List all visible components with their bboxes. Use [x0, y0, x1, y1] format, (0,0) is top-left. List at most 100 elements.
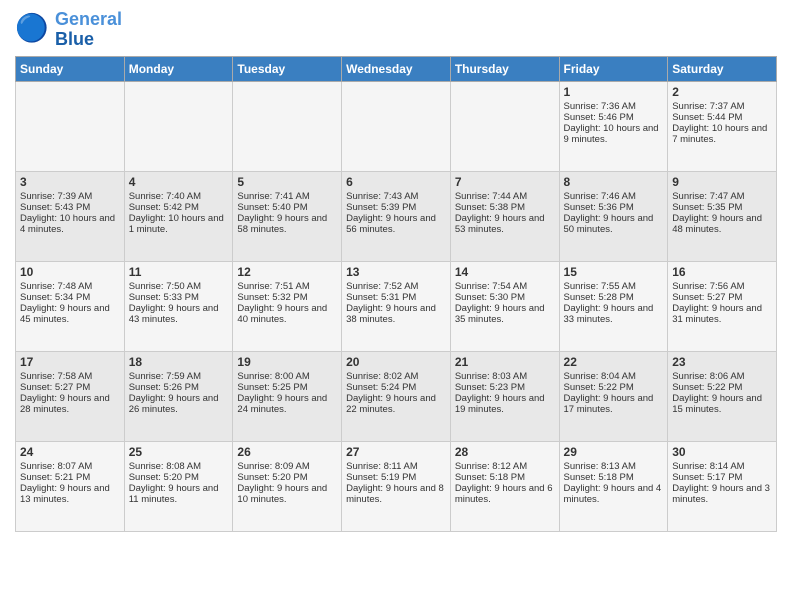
day-cell: 28Sunrise: 8:12 AMSunset: 5:18 PMDayligh…: [450, 441, 559, 531]
day-number: 21: [455, 355, 555, 369]
day-info: Sunrise: 7:41 AM: [237, 191, 337, 202]
day-info: Daylight: 9 hours and 53 minutes.: [455, 213, 555, 235]
day-cell: 2Sunrise: 7:37 AMSunset: 5:44 PMDaylight…: [668, 81, 777, 171]
day-number: 14: [455, 265, 555, 279]
day-info: Daylight: 9 hours and 31 minutes.: [672, 303, 772, 325]
day-number: 9: [672, 175, 772, 189]
day-info: Sunrise: 7:50 AM: [129, 281, 229, 292]
day-info: Sunrise: 8:14 AM: [672, 461, 772, 472]
day-info: Daylight: 9 hours and 6 minutes.: [455, 483, 555, 505]
day-cell: 21Sunrise: 8:03 AMSunset: 5:23 PMDayligh…: [450, 351, 559, 441]
day-info: Daylight: 9 hours and 15 minutes.: [672, 393, 772, 415]
day-info: Sunrise: 8:12 AM: [455, 461, 555, 472]
day-cell: 5 Sunrise: 7:41 AMSunset: 5:40 PMDaylight…: [233, 171, 342, 261]
day-info: Sunset: 5:18 PM: [564, 472, 664, 483]
day-number: 18: [129, 355, 229, 369]
day-info: Sunset: 5:25 PM: [237, 382, 337, 393]
day-info: Sunrise: 7:58 AM: [20, 371, 120, 382]
day-number: 17: [20, 355, 120, 369]
day-info: Sunset: 5:26 PM: [129, 382, 229, 393]
day-info: Sunset: 5:40 PM: [237, 202, 337, 213]
day-info: Sunset: 5:38 PM: [455, 202, 555, 213]
logo-icon: 🔵: [15, 12, 51, 48]
day-info: Daylight: 9 hours and 43 minutes.: [129, 303, 229, 325]
day-info: Daylight: 9 hours and 8 minutes.: [346, 483, 446, 505]
day-info: Sunrise: 7:47 AM: [672, 191, 772, 202]
logo: 🔵 GeneralBlue: [15, 10, 122, 50]
day-number: 8: [564, 175, 664, 189]
day-cell: 13Sunrise: 7:52 AMSunset: 5:31 PMDayligh…: [342, 261, 451, 351]
day-cell: 30Sunrise: 8:14 AMSunset: 5:17 PMDayligh…: [668, 441, 777, 531]
day-info: Sunrise: 7:52 AM: [346, 281, 446, 292]
day-info: Sunrise: 8:08 AM: [129, 461, 229, 472]
week-row-3: 10Sunrise: 7:48 AMSunset: 5:34 PMDayligh…: [16, 261, 777, 351]
day-info: Sunrise: 7:51 AM: [237, 281, 337, 292]
day-cell: 17Sunrise: 7:58 AMSunset: 5:27 PMDayligh…: [16, 351, 125, 441]
day-number: 1: [564, 85, 664, 99]
day-info: Daylight: 9 hours and 45 minutes.: [20, 303, 120, 325]
day-info: Daylight: 9 hours and 48 minutes.: [672, 213, 772, 235]
day-info: Sunset: 5:44 PM: [672, 112, 772, 123]
weekday-header-monday: Monday: [124, 56, 233, 81]
day-info: Sunset: 5:22 PM: [672, 382, 772, 393]
day-info: Sunset: 5:19 PM: [346, 472, 446, 483]
day-info: Daylight: 9 hours and 13 minutes.: [20, 483, 120, 505]
day-info: Sunset: 5:31 PM: [346, 292, 446, 303]
day-number: 4: [129, 175, 229, 189]
logo-text: GeneralBlue: [55, 10, 122, 50]
day-info: Sunrise: 7:44 AM: [455, 191, 555, 202]
day-info: Sunset: 5:20 PM: [237, 472, 337, 483]
day-info: Sunrise: 8:04 AM: [564, 371, 664, 382]
calendar-table: SundayMondayTuesdayWednesdayThursdayFrid…: [15, 56, 777, 532]
day-info: Sunset: 5:34 PM: [20, 292, 120, 303]
day-number: 19: [237, 355, 337, 369]
day-info: Daylight: 9 hours and 58 minutes.: [237, 213, 337, 235]
day-info: Sunrise: 8:09 AM: [237, 461, 337, 472]
day-info: Daylight: 9 hours and 50 minutes.: [564, 213, 664, 235]
day-info: Sunrise: 7:56 AM: [672, 281, 772, 292]
day-info: Daylight: 9 hours and 35 minutes.: [455, 303, 555, 325]
svg-text:🔵: 🔵: [15, 12, 49, 43]
day-cell: [450, 81, 559, 171]
day-info: Sunset: 5:39 PM: [346, 202, 446, 213]
day-info: Daylight: 9 hours and 4 minutes.: [564, 483, 664, 505]
day-info: Daylight: 10 hours and 1 minute.: [129, 213, 229, 235]
day-info: Sunrise: 7:37 AM: [672, 101, 772, 112]
day-info: Sunset: 5:20 PM: [129, 472, 229, 483]
day-info: Sunrise: 7:36 AM: [564, 101, 664, 112]
day-info: Sunset: 5:36 PM: [564, 202, 664, 213]
day-cell: 19 Sunrise: 8:00 AMSunset: 5:25 PMDayligh…: [233, 351, 342, 441]
weekday-header-thursday: Thursday: [450, 56, 559, 81]
day-cell: 20Sunrise: 8:02 AMSunset: 5:24 PMDayligh…: [342, 351, 451, 441]
day-info: Sunrise: 7:55 AM: [564, 281, 664, 292]
day-info: Sunrise: 8:00 AM: [237, 371, 337, 382]
day-cell: 4Sunrise: 7:40 AMSunset: 5:42 PMDaylight…: [124, 171, 233, 261]
day-number: 5: [237, 175, 337, 189]
day-info: Sunrise: 7:40 AM: [129, 191, 229, 202]
day-info: Daylight: 9 hours and 24 minutes.: [237, 393, 337, 415]
day-cell: 1Sunrise: 7:36 AMSunset: 5:46 PMDaylight…: [559, 81, 668, 171]
day-cell: 14Sunrise: 7:54 AMSunset: 5:30 PMDayligh…: [450, 261, 559, 351]
day-info: Sunset: 5:23 PM: [455, 382, 555, 393]
day-info: Daylight: 9 hours and 3 minutes.: [672, 483, 772, 505]
day-cell: 25Sunrise: 8:08 AMSunset: 5:20 PMDayligh…: [124, 441, 233, 531]
day-info: Daylight: 10 hours and 4 minutes.: [20, 213, 120, 235]
day-number: 22: [564, 355, 664, 369]
day-info: Sunrise: 7:59 AM: [129, 371, 229, 382]
day-number: 12: [237, 265, 337, 279]
day-cell: 12Sunrise: 7:51 AMSunset: 5:32 PMDayligh…: [233, 261, 342, 351]
day-info: Sunset: 5:27 PM: [20, 382, 120, 393]
day-info: Daylight: 9 hours and 26 minutes.: [129, 393, 229, 415]
day-number: 10: [20, 265, 120, 279]
day-cell: 3Sunrise: 7:39 AMSunset: 5:43 PMDaylight…: [16, 171, 125, 261]
day-number: 27: [346, 445, 446, 459]
weekday-header-tuesday: Tuesday: [233, 56, 342, 81]
day-cell: 22Sunrise: 8:04 AMSunset: 5:22 PMDayligh…: [559, 351, 668, 441]
day-cell: 24Sunrise: 8:07 AMSunset: 5:21 PMDayligh…: [16, 441, 125, 531]
day-info: Sunrise: 8:02 AM: [346, 371, 446, 382]
day-number: 13: [346, 265, 446, 279]
day-info: Sunrise: 8:13 AM: [564, 461, 664, 472]
day-info: Daylight: 9 hours and 10 minutes.: [237, 483, 337, 505]
day-number: 7: [455, 175, 555, 189]
day-cell: 9Sunrise: 7:47 AMSunset: 5:35 PMDaylight…: [668, 171, 777, 261]
